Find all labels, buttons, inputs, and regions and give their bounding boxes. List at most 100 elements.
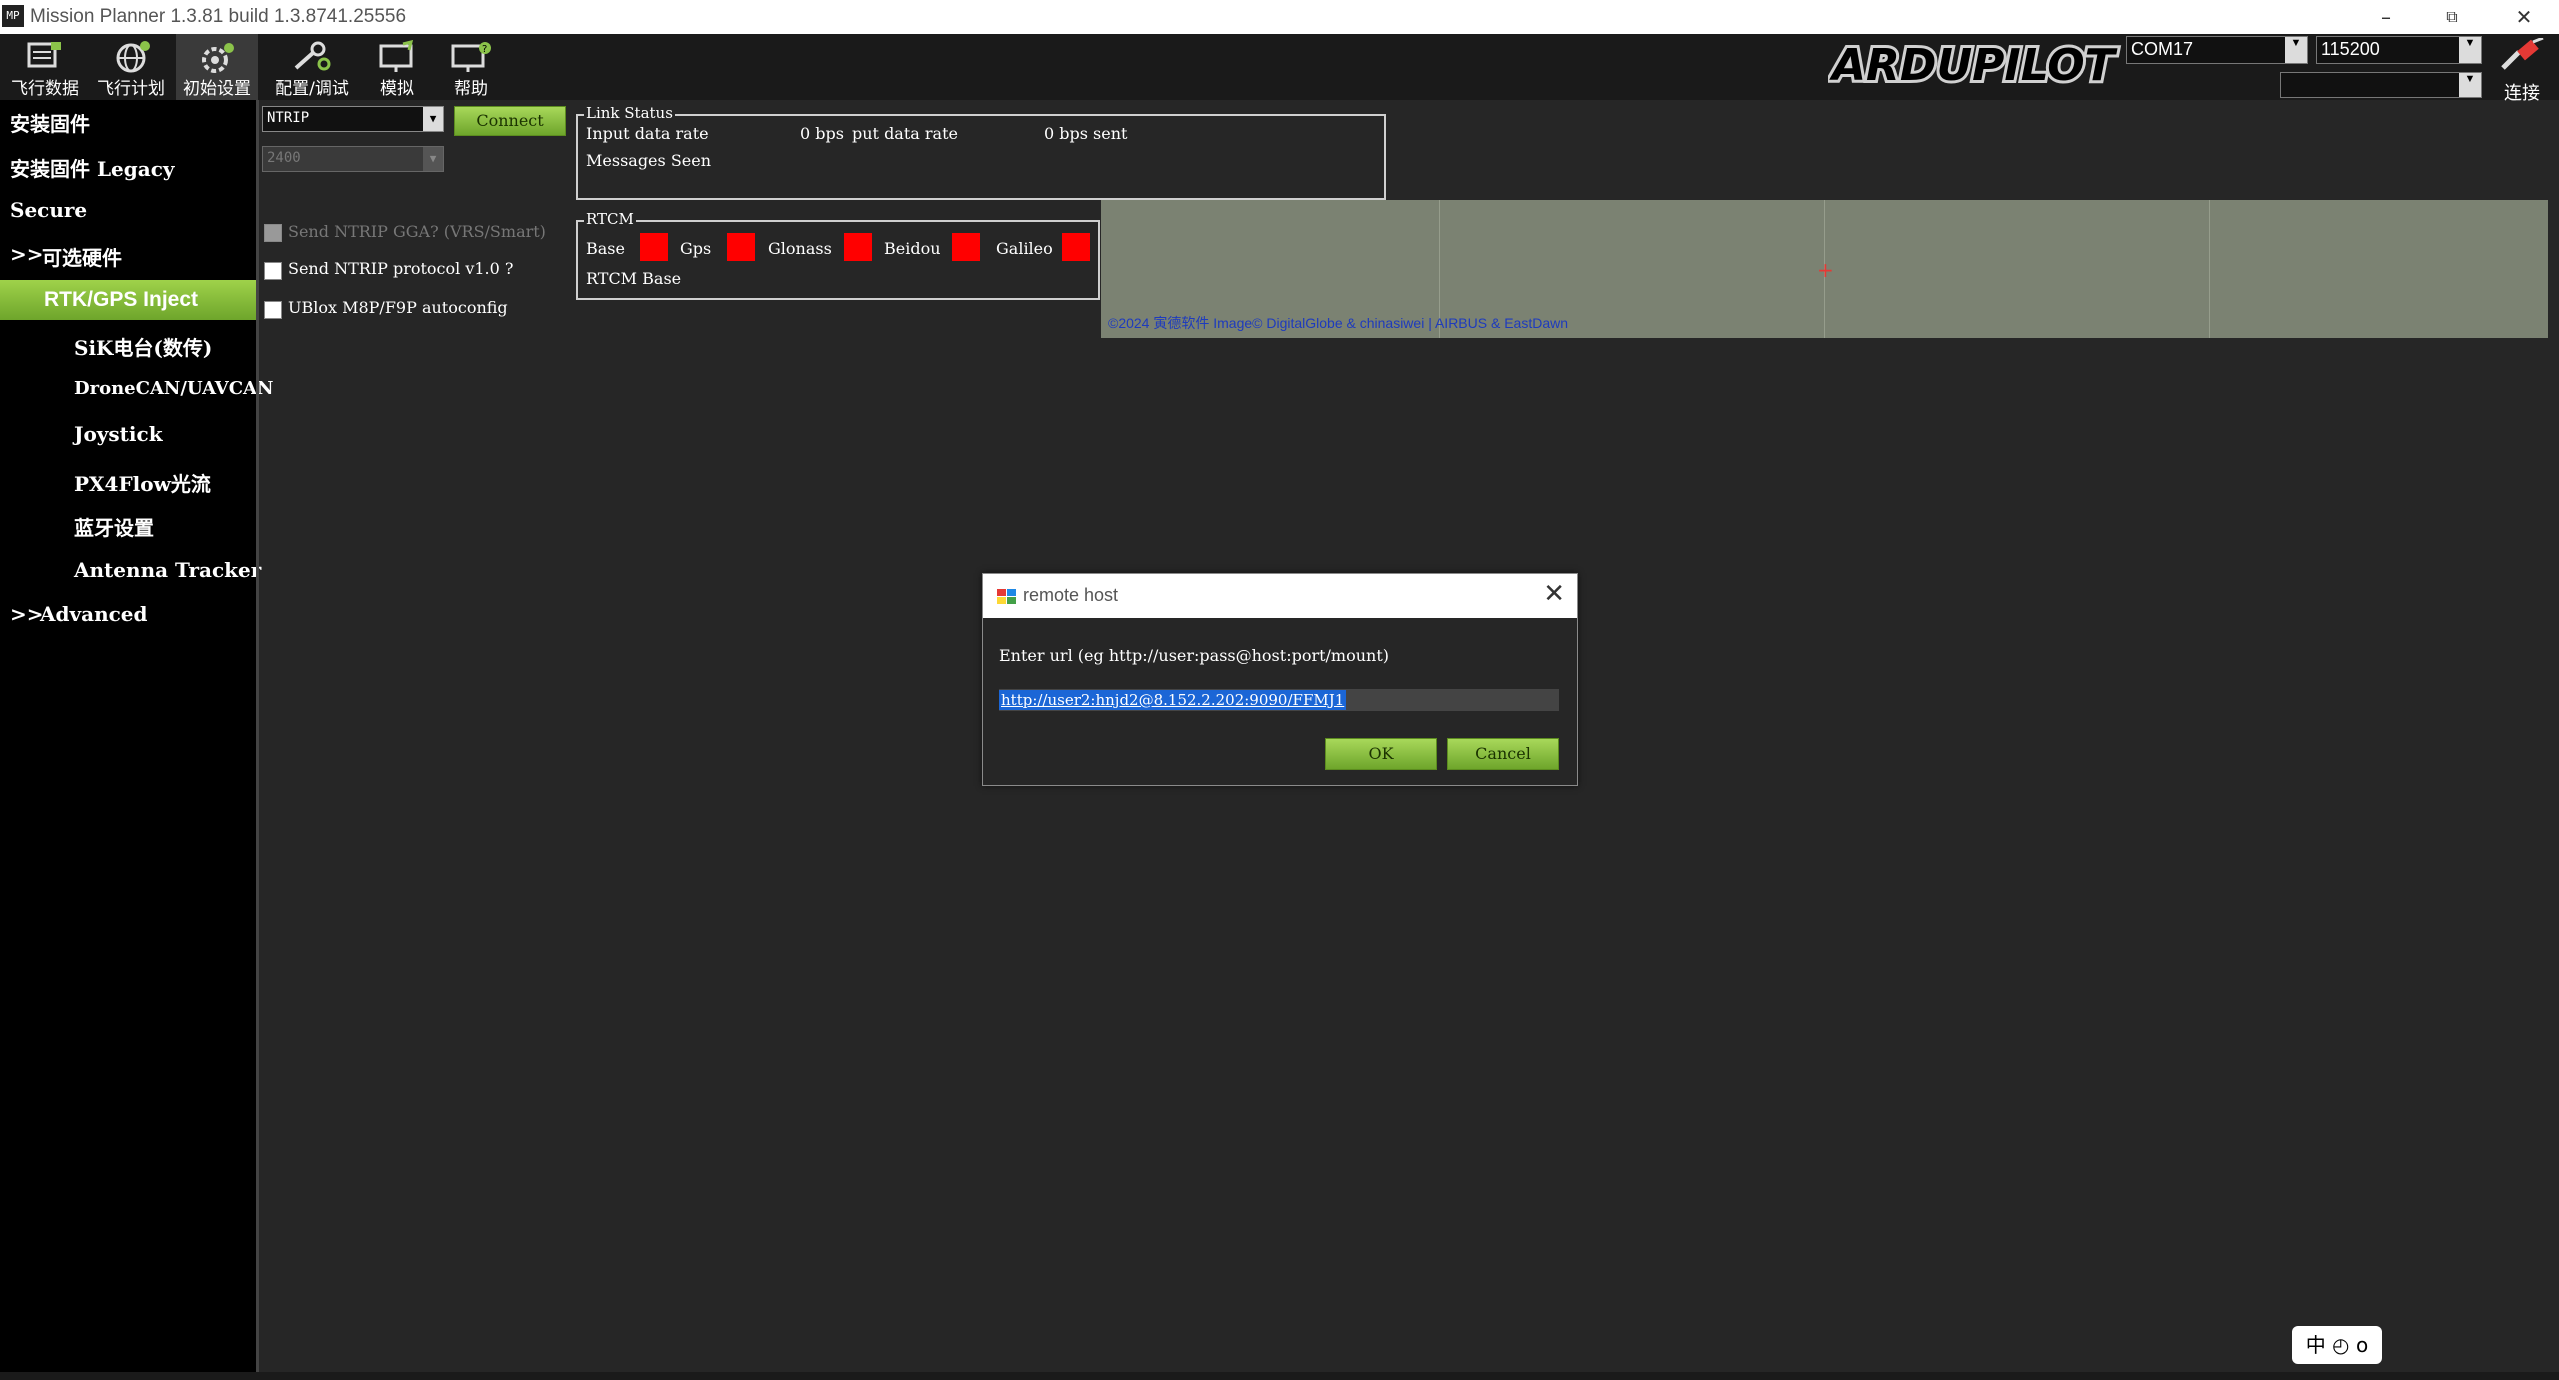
sidebar-item-label: DroneCAN/UAVCAN xyxy=(74,378,274,399)
sidebar-item-label: 安装固件 xyxy=(10,112,90,136)
config-tuning-icon xyxy=(294,41,331,71)
ntrip-v1-label: Send NTRIP protocol v1.0 ? xyxy=(288,259,514,278)
sidebar-item-bluetooth[interactable]: 蓝牙设置 xyxy=(0,504,256,544)
chevron-down-icon: ▼ xyxy=(2459,73,2481,97)
rtcm-base-label: Base xyxy=(586,239,625,258)
main-toolbar: 飞行数据 飞行计划 初始设置 配置/调试 模拟 ? 帮助 ARDUPILOT C… xyxy=(0,34,2559,104)
rtcm-gps-label: Gps xyxy=(680,239,712,258)
flight-plan-icon xyxy=(116,41,150,73)
baud-value: 115200 xyxy=(2321,39,2380,59)
sidebar-item-install-firmware[interactable]: 安装固件 xyxy=(0,100,256,140)
rtcm-base-position-label: RTCM Base xyxy=(586,269,682,288)
toolbar-label: 初始设置 xyxy=(183,79,251,99)
sidebar-item-label: Antenna Tracker xyxy=(74,558,262,582)
map-credit: ©2024 寅德软件 Image© DigitalGlobe & chinasi… xyxy=(1108,315,1569,331)
plug-icon xyxy=(2501,36,2544,70)
dialog-close-icon[interactable]: ✕ xyxy=(1543,579,1565,609)
simulation-icon xyxy=(379,40,414,72)
secondary-select[interactable]: ▼ xyxy=(2280,72,2482,98)
connect-label: 连接 xyxy=(2504,83,2540,104)
minimize-icon[interactable]: – xyxy=(2356,2,2416,32)
glonass-status-indicator xyxy=(844,233,872,261)
dialog-app-icon xyxy=(997,589,1016,604)
gps-status-indicator xyxy=(727,233,755,261)
logo-text: ARDUPILOT xyxy=(1829,40,2118,90)
toolbar-help-button[interactable]: ? 帮助 xyxy=(430,34,512,100)
url-input-value: http://user2:hnjd2@8.152.2.202:9090/FFMJ… xyxy=(999,690,1347,710)
messages-seen-label: Messages Seen xyxy=(586,151,712,170)
svg-text:?: ? xyxy=(482,44,487,55)
source-value: NTRIP xyxy=(267,110,310,126)
chevron-down-icon: ▼ xyxy=(423,107,443,131)
ok-button[interactable]: OK xyxy=(1325,738,1437,770)
toolbar-label: 飞行数据 xyxy=(11,79,79,99)
sidebar-item-label: Secure xyxy=(10,198,88,222)
flight-data-icon xyxy=(27,42,61,68)
toolbar-label: 配置/调试 xyxy=(275,79,349,99)
beidou-status-indicator xyxy=(952,233,980,261)
dialog-title: remote host xyxy=(1023,585,1119,605)
remote-host-dialog: remote host ✕ Enter url (eg http://user:… xyxy=(982,573,1578,786)
sidebar-item-label: 安装固件 Legacy xyxy=(10,157,175,181)
output-rate-value: 0 bps sent xyxy=(1044,124,1128,143)
sidebar-item-label: SiK电台(数传) xyxy=(74,336,213,360)
rtcm-glonass-label: Glonass xyxy=(768,239,832,258)
sidebar-item-label: RTK/GPS Inject xyxy=(44,288,199,311)
chevron-down-icon: ▼ xyxy=(423,147,443,171)
expand-chevron-icon: >> xyxy=(10,242,44,266)
sidebar-item-label: 蓝牙设置 xyxy=(74,516,154,540)
initial-setup-icon xyxy=(202,43,234,73)
ublox-autoconfig-checkbox[interactable] xyxy=(264,301,282,319)
map-center-crosshair-icon: + xyxy=(1817,258,1834,282)
app-icon: MP xyxy=(2,5,24,27)
rtk-baud-value: 2400 xyxy=(267,150,301,166)
url-input[interactable]: http://user2:hnjd2@8.152.2.202:9090/FFMJ… xyxy=(999,689,1559,711)
dialog-prompt: Enter url (eg http://user:pass@host:port… xyxy=(999,646,1390,665)
baud-select[interactable]: 115200 ▼ xyxy=(2316,36,2482,64)
port-select[interactable]: COM17 ▼ xyxy=(2126,36,2308,64)
toolbar-flight-plan-button[interactable]: 飞行计划 xyxy=(90,34,172,100)
sidebar-item-px4flow[interactable]: PX4Flow光流 xyxy=(0,460,256,500)
window-title-bar: MP Mission Planner 1.3.81 build 1.3.8741… xyxy=(0,0,2559,34)
input-rate-value: 0 bps xyxy=(800,124,844,143)
sidebar-item-secure[interactable]: Secure xyxy=(0,190,256,230)
sidebar-item-advanced[interactable]: >> Advanced xyxy=(0,594,256,634)
sidebar-item-antenna-tracker[interactable]: Antenna Tracker xyxy=(0,550,261,590)
sidebar-item-sik-radio[interactable]: SiK电台(数传) xyxy=(0,324,256,364)
ntrip-v1-checkbox[interactable] xyxy=(264,262,282,280)
window-title: Mission Planner 1.3.81 build 1.3.8741.25… xyxy=(30,6,407,27)
rtk-connect-button[interactable]: Connect xyxy=(454,106,566,136)
toolbar-label: 飞行计划 xyxy=(97,79,165,99)
sidebar-item-joystick[interactable]: Joystick xyxy=(0,414,256,454)
cancel-button[interactable]: Cancel xyxy=(1447,738,1559,770)
input-rate-label: Input data rate xyxy=(586,124,709,143)
base-status-indicator xyxy=(640,233,668,261)
rtk-baud-select[interactable]: 2400 ▼ xyxy=(262,146,444,172)
chevron-down-icon: ▼ xyxy=(2285,37,2307,63)
restore-icon[interactable]: ⧉ xyxy=(2422,2,2482,32)
ime-indicator[interactable]: 中 ◴ o xyxy=(2292,1326,2382,1364)
sidebar-item-dronecan[interactable]: DroneCAN/UAVCAN xyxy=(0,370,273,410)
close-icon[interactable]: ✕ xyxy=(2494,2,2554,32)
source-select[interactable]: NTRIP ▼ xyxy=(262,106,444,132)
sidebar-item-optional-hardware[interactable]: >> 可选硬件 xyxy=(0,234,256,274)
expand-chevron-icon: >> xyxy=(10,602,44,626)
map-gridline xyxy=(2209,200,2210,338)
toolbar-flight-data-button[interactable]: 飞行数据 xyxy=(4,34,86,100)
toolbar-simulation-button[interactable]: 模拟 xyxy=(356,34,438,100)
sidebar-item-install-firmware-legacy[interactable]: 安装固件 Legacy xyxy=(0,145,256,185)
rtcm-title: RTCM xyxy=(584,210,636,228)
toolbar-config-tuning-button[interactable]: 配置/调试 xyxy=(266,34,358,100)
sidebar-divider xyxy=(256,100,259,1372)
connect-button[interactable]: 连接 xyxy=(2490,36,2554,104)
toolbar-initial-setup-button[interactable]: 初始设置 xyxy=(176,34,258,100)
send-gga-checkbox[interactable] xyxy=(264,224,282,242)
galileo-status-indicator xyxy=(1062,233,1090,261)
bottom-edge xyxy=(0,1372,2559,1380)
toolbar-label: 模拟 xyxy=(380,79,414,99)
help-icon: ? xyxy=(451,42,491,72)
toolbar-label: 帮助 xyxy=(454,79,488,99)
rtcm-galileo-label: Galileo xyxy=(996,239,1053,258)
sidebar-item-rtk-gps-inject[interactable]: RTK/GPS Inject xyxy=(0,280,256,320)
ublox-autoconfig-label: UBlox M8P/F9P autoconfig xyxy=(288,298,508,317)
